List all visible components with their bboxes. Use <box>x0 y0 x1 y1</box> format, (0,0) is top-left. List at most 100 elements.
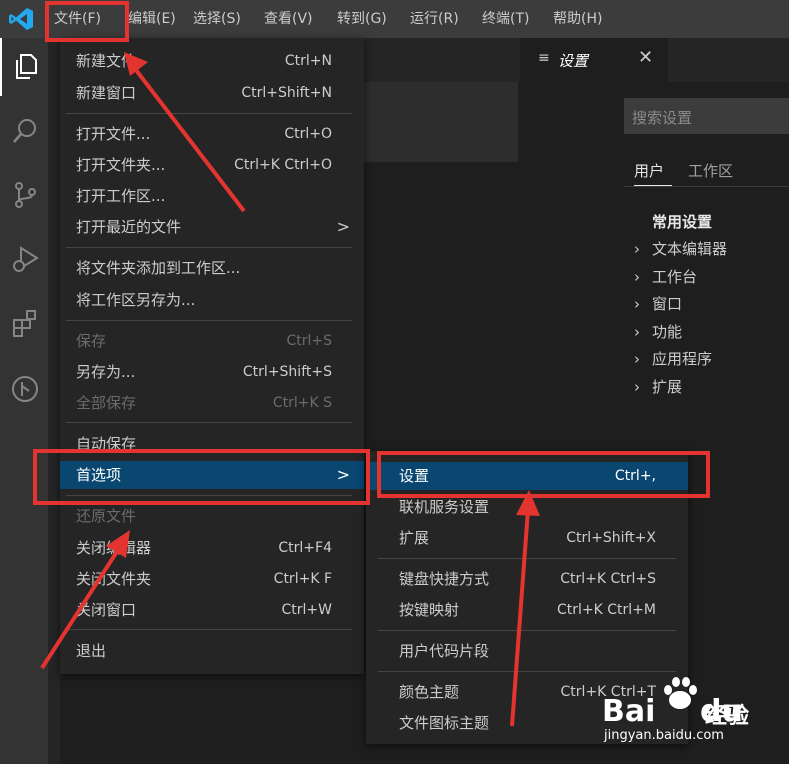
menu-item-label: 打开工作区... <box>76 187 166 205</box>
menu-run[interactable]: 运行(R) <box>410 0 459 38</box>
chevron-right-icon: › <box>634 350 640 368</box>
watermark-cn: 经验 <box>705 704 750 729</box>
chevron-right-icon: › <box>634 240 640 258</box>
run-debug-icon[interactable] <box>10 244 40 274</box>
menu-item-label: 保存 <box>76 332 107 350</box>
menu-view[interactable]: 查看(V) <box>264 0 313 38</box>
menu-item-open-folder[interactable]: 打开文件夹... Ctrl+K Ctrl+O <box>60 151 364 179</box>
vscode-logo-icon <box>9 8 33 30</box>
toc-item-label: 扩展 <box>652 378 683 396</box>
menu-item-label: 文件图标主题 <box>399 714 490 732</box>
menu-separator <box>66 629 352 630</box>
file-menu: 新建文件 Ctrl+N 新建窗口 Ctrl+Shift+N 打开文件... Ctrl+… <box>60 38 364 674</box>
source-control-icon[interactable] <box>10 180 40 210</box>
sidebar-edge <box>48 38 60 764</box>
menu-item-label: 扩展 <box>399 529 430 547</box>
tab-user[interactable]: 用户 <box>634 160 664 181</box>
toc-item-features[interactable]: › 功能 <box>634 321 682 342</box>
chevron-right-icon: › <box>634 323 640 341</box>
menu-item-label: 颜色主题 <box>399 683 460 701</box>
highlight-preferences <box>33 449 370 505</box>
menu-item-exit[interactable]: 退出 <box>60 637 364 665</box>
baidu-paw-icon <box>664 677 697 709</box>
active-indicator <box>0 38 2 96</box>
menu-item-save-all[interactable]: 全部保存 Ctrl+K S <box>60 389 364 417</box>
search-placeholder: 搜索设置 <box>632 109 693 127</box>
chevron-right-icon: > <box>336 217 350 236</box>
watermark-url: jingyan.baidu.com <box>604 728 724 743</box>
highlight-settings <box>377 451 710 498</box>
menu-item-shortcut: Ctrl+W <box>281 602 332 618</box>
menu-item-label: 另存为... <box>76 363 136 381</box>
toc-item-label: 文本编辑器 <box>652 240 728 258</box>
toc-item-extensions[interactable]: › 扩展 <box>634 376 682 397</box>
chevron-right-icon: › <box>634 295 640 313</box>
menu-item-label: 全部保存 <box>76 394 137 412</box>
highlight-file-menu <box>45 1 129 42</box>
menu-item-keymaps[interactable]: 按键映射 Ctrl+K Ctrl+M <box>366 596 688 624</box>
menu-item-shortcut: Ctrl+Shift+N <box>241 85 332 101</box>
menu-item-label: 打开文件夹... <box>76 156 166 174</box>
explorer-icon[interactable] <box>10 52 40 82</box>
watermark-brand: Bai <box>602 694 656 729</box>
menu-item-label: 将文件夹添加到工作区... <box>76 259 241 277</box>
menu-item-label: 打开最近的文件 <box>76 218 182 236</box>
search-icon[interactable] <box>10 116 40 146</box>
toc-item-window[interactable]: › 窗口 <box>634 293 682 314</box>
menu-item-shortcut: Ctrl+O <box>284 126 332 142</box>
toc-item-label: 工作台 <box>652 268 698 286</box>
menu-item-shortcut: Ctrl+Shift+S <box>242 364 332 380</box>
menu-item-user-snippets[interactable]: 用户代码片段 <box>366 637 688 665</box>
menu-item-save[interactable]: 保存 Ctrl+S <box>60 327 364 355</box>
close-icon[interactable]: ✕ <box>638 47 653 68</box>
menu-selection[interactable]: 选择(S) <box>193 0 241 38</box>
menu-go[interactable]: 转到(G) <box>337 0 387 38</box>
menu-item-close-folder[interactable]: 关闭文件夹 Ctrl+K F <box>60 565 364 593</box>
menu-item-label: 还原文件 <box>76 507 137 525</box>
toc-item-workbench[interactable]: › 工作台 <box>634 266 697 287</box>
menu-help[interactable]: 帮助(H) <box>553 0 602 38</box>
menu-item-close-editor[interactable]: 关闭编辑器 Ctrl+F4 <box>60 534 364 562</box>
menu-item-add-folder-to-workspace[interactable]: 将文件夹添加到工作区... <box>60 254 364 282</box>
tab-settings[interactable]: ≡ 设置 ✕ <box>520 38 668 82</box>
menu-separator <box>66 320 352 321</box>
menu-item-revert-file[interactable]: 还原文件 <box>60 502 364 530</box>
settings-search-input[interactable]: 搜索设置 <box>624 98 789 134</box>
activity-bar <box>0 38 48 764</box>
menu-item-label: 退出 <box>76 642 107 660</box>
toc-item-application[interactable]: › 应用程序 <box>634 348 712 369</box>
menu-item-label: 新建文件 <box>76 52 137 70</box>
menu-item-open-file[interactable]: 打开文件... Ctrl+O <box>60 120 364 148</box>
menu-item-new-window[interactable]: 新建窗口 Ctrl+Shift+N <box>60 79 364 107</box>
scope-divider <box>624 186 789 187</box>
menu-item-open-recent[interactable]: 打开最近的文件 > <box>60 213 364 241</box>
menu-separator <box>66 422 352 423</box>
menu-item-shortcut: Ctrl+K Ctrl+S <box>560 571 656 587</box>
menu-separator <box>66 247 352 248</box>
menu-item-save-as[interactable]: 另存为... Ctrl+Shift+S <box>60 358 364 386</box>
menu-edit[interactable]: 编辑(E) <box>128 0 176 38</box>
menu-item-new-file[interactable]: 新建文件 Ctrl+N <box>60 47 364 75</box>
toc-heading[interactable]: 常用设置 <box>652 211 712 232</box>
menu-item-open-workspace[interactable]: 打开工作区... <box>60 182 364 210</box>
menu-item-save-workspace-as[interactable]: 将工作区另存为... <box>60 286 364 314</box>
menu-item-keyboard-shortcuts[interactable]: 键盘快捷方式 Ctrl+K Ctrl+S <box>366 565 688 593</box>
menu-terminal[interactable]: 终端(T) <box>482 0 529 38</box>
menu-item-label: 用户代码片段 <box>399 642 490 660</box>
menu-item-label: 关闭文件夹 <box>76 570 152 588</box>
tab-workspace[interactable]: 工作区 <box>688 160 733 181</box>
menu-item-label: 关闭编辑器 <box>76 539 152 557</box>
menu-item-close-window[interactable]: 关闭窗口 Ctrl+W <box>60 596 364 624</box>
menu-separator <box>378 558 676 559</box>
remote-explorer-icon[interactable] <box>10 374 40 404</box>
menu-item-label: 关闭窗口 <box>76 601 137 619</box>
menu-item-shortcut: Ctrl+S <box>286 333 332 349</box>
toc-item-text-editor[interactable]: › 文本编辑器 <box>634 238 727 259</box>
toc-item-label: 应用程序 <box>652 350 713 368</box>
toc-item-label: 窗口 <box>652 295 683 313</box>
extensions-icon[interactable] <box>10 308 40 338</box>
menu-item-shortcut: Ctrl+K F <box>273 571 332 587</box>
settings-file-icon: ≡ <box>538 50 550 66</box>
menu-item-extensions[interactable]: 扩展 Ctrl+Shift+X <box>366 524 688 552</box>
menu-separator <box>66 113 352 114</box>
